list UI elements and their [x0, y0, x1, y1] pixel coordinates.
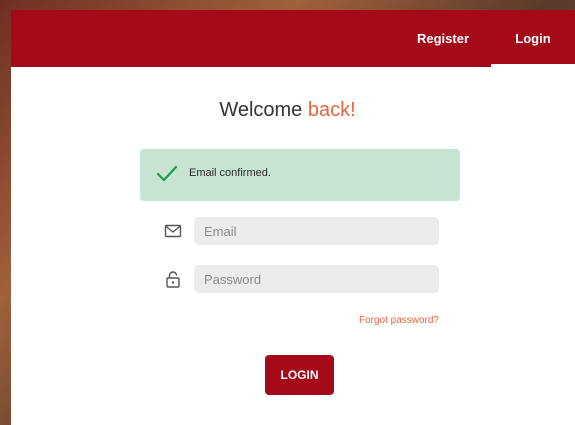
nav-register-link[interactable]: Register	[403, 10, 483, 67]
success-alert: Email confirmed.	[140, 149, 460, 201]
checkmark-icon	[156, 165, 178, 182]
lock-icon	[166, 271, 180, 288]
email-input[interactable]	[194, 217, 439, 245]
forgot-password-link[interactable]: Forgot password?	[311, 315, 439, 326]
active-tab-indicator	[491, 64, 575, 67]
nav-login-link[interactable]: Login	[491, 10, 575, 67]
title-accent: back!	[307, 99, 356, 121]
top-navbar: Register Login	[11, 10, 575, 67]
title-prefix: Welcome	[219, 99, 308, 121]
password-input[interactable]	[194, 265, 439, 293]
login-panel: Register Login Welcome back! Email confi…	[11, 10, 575, 425]
login-button[interactable]: LOGIN	[265, 355, 334, 395]
page-title: Welcome back!	[11, 99, 575, 122]
alert-message: Email confirmed.	[189, 167, 271, 179]
envelope-icon	[164, 224, 182, 238]
